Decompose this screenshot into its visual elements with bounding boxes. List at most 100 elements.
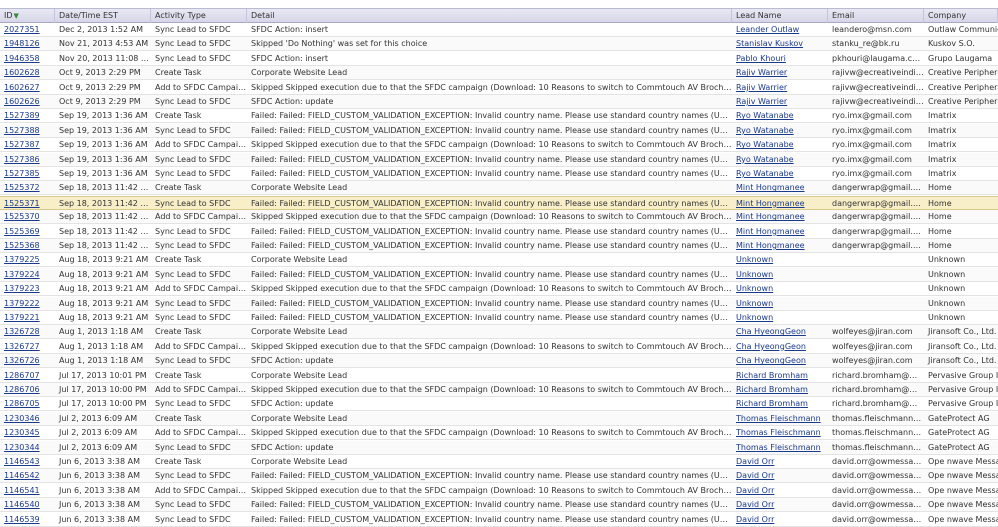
activity-id-link[interactable]: 1286705 [4, 399, 40, 408]
lead-name-link[interactable]: David Orr [736, 471, 774, 480]
table-row[interactable]: 1230345 Jul 2, 2013 6:09 AM Add to SFDC Ca… [0, 426, 998, 441]
activity-id-link[interactable]: 1527386 [4, 155, 40, 164]
table-row[interactable]: 1379224 Aug 18, 2013 9:21 AM Sync Lead to … [0, 267, 998, 282]
lead-name-link[interactable]: Ryo Watanabe [736, 126, 794, 135]
column-header-id[interactable]: ID▼ [0, 9, 55, 23]
activity-id-link[interactable]: 1230345 [4, 428, 40, 437]
column-header-activity-type[interactable]: Activity Type [151, 9, 247, 23]
activity-id-link[interactable]: 1326728 [4, 327, 40, 336]
lead-name-link[interactable]: Unknown [736, 313, 773, 322]
lead-name-link[interactable]: Unknown [736, 284, 773, 293]
lead-name-link[interactable]: David Orr [736, 515, 774, 524]
table-row[interactable]: 1525368 Sep 18, 2013 11:42 AM Sync Lead to… [0, 239, 998, 253]
table-row[interactable]: 1527388 Sep 19, 2013 1:36 AM Sync Lead to … [0, 123, 998, 138]
lead-name-link[interactable]: Unknown [736, 270, 773, 279]
lead-name-link[interactable]: Ryo Watanabe [736, 111, 794, 120]
activity-id-link[interactable]: 1527387 [4, 140, 40, 149]
lead-name-link[interactable]: Pablo Khouri [736, 54, 786, 63]
table-row[interactable]: 1146541 Jun 6, 2013 3:38 AM Add to SFDC Ca… [0, 484, 998, 498]
table-row[interactable]: 1326728 Aug 1, 2013 1:18 AM Create Task Cor… [0, 325, 998, 340]
activity-id-link[interactable]: 1602627 [4, 83, 40, 92]
table-row[interactable]: 1146540 Jun 6, 2013 3:38 AM Sync Lead to S… [0, 498, 998, 513]
lead-name-link[interactable]: Rajiv Warrier [736, 68, 787, 77]
lead-name-link[interactable]: David Orr [736, 486, 774, 495]
activity-id-link[interactable]: 1286707 [4, 371, 40, 380]
table-row[interactable]: 1948126 Nov 21, 2013 4:53 AM Sync Lead to … [0, 37, 998, 52]
column-header-lead-name[interactable]: Lead Name [732, 9, 828, 23]
lead-name-link[interactable]: Ryo Watanabe [736, 140, 794, 149]
activity-id-link[interactable]: 1602628 [4, 68, 40, 77]
lead-name-link[interactable]: Thomas Fleischmann [736, 428, 821, 437]
activity-id-link[interactable]: 1602626 [4, 97, 40, 106]
table-row[interactable]: 1525372 Sep 18, 2013 11:42 AM Create Task C… [0, 181, 998, 196]
activity-id-link[interactable]: 1948126 [4, 39, 40, 48]
activity-id-link[interactable]: 1146542 [4, 471, 40, 480]
table-row[interactable]: 1527389 Sep 19, 2013 1:36 AM Create Task Fa… [0, 109, 998, 124]
activity-id-link[interactable]: 1527388 [4, 126, 40, 135]
activity-id-link[interactable]: 1946358 [4, 54, 40, 63]
lead-name-link[interactable]: Mint Hongmanee [736, 227, 805, 236]
activity-id-link[interactable]: 1527389 [4, 111, 40, 120]
lead-name-link[interactable]: Leander Outlaw [736, 25, 799, 34]
lead-name-link[interactable]: Ryo Watanabe [736, 155, 794, 164]
column-header-datetime[interactable]: Date/Time EST [55, 9, 151, 23]
activity-id-link[interactable]: 1379225 [4, 255, 40, 264]
table-row[interactable]: 1527387 Sep 19, 2013 1:36 AM Add to SFDC C… [0, 138, 998, 153]
table-row[interactable]: 1527385 Sep 19, 2013 1:36 AM Sync Lead to … [0, 167, 998, 181]
table-row[interactable]: 1286706 Jul 17, 2013 10:00 PM Add to SFDC … [0, 383, 998, 397]
lead-name-link[interactable]: David Orr [736, 457, 774, 466]
lead-name-link[interactable]: Stanislav Kuskov [736, 39, 803, 48]
activity-id-link[interactable]: 1326726 [4, 356, 40, 365]
activity-id-link[interactable]: 1146541 [4, 486, 40, 495]
activity-id-link[interactable]: 1146540 [4, 500, 40, 509]
lead-name-link[interactable]: David Orr [736, 500, 774, 509]
lead-name-link[interactable]: Cha HyeongGeon [736, 356, 806, 365]
table-row[interactable]: 1379222 Aug 18, 2013 9:21 AM Sync Lead to … [0, 296, 998, 311]
column-header-detail[interactable]: Detail [247, 9, 732, 23]
lead-name-link[interactable]: Thomas Fleischmann [736, 443, 821, 452]
activity-id-link[interactable]: 1525370 [4, 212, 40, 221]
activity-id-link[interactable]: 1525371 [4, 199, 40, 208]
lead-name-link[interactable]: Cha HyeongGeon [736, 342, 806, 351]
lead-name-link[interactable]: Cha HyeongGeon [736, 327, 806, 336]
table-row[interactable]: 1379223 Aug 18, 2013 9:21 AM Add to SFDC C… [0, 282, 998, 297]
table-row[interactable]: 1379221 Aug 18, 2013 9:21 AM Sync Lead to … [0, 311, 998, 325]
activity-id-link[interactable]: 1527385 [4, 169, 40, 178]
activity-id-link[interactable]: 1525372 [4, 183, 40, 192]
activity-id-link[interactable]: 1286706 [4, 385, 40, 394]
activity-id-link[interactable]: 1146543 [4, 457, 40, 466]
activity-id-link[interactable]: 2027351 [4, 25, 40, 34]
table-row[interactable]: 1326726 Aug 1, 2013 1:18 AM Sync Lead to S… [0, 354, 998, 369]
column-header-email[interactable]: Email [828, 9, 924, 23]
activity-id-link[interactable]: 1379222 [4, 299, 40, 308]
activity-id-link[interactable]: 1379221 [4, 313, 40, 322]
table-row[interactable]: 1146539 Jun 6, 2013 3:38 AM Sync Lead to S… [0, 513, 998, 527]
lead-name-link[interactable]: Rajiv Warrier [736, 83, 787, 92]
table-row[interactable]: 2027351 Dec 2, 2013 1:52 AM Sync Lead to S… [0, 23, 998, 37]
table-row[interactable]: 1230346 Jul 2, 2013 6:09 AM Create Task Cor… [0, 411, 998, 426]
activity-id-link[interactable]: 1230346 [4, 414, 40, 423]
table-row[interactable]: 1230344 Jul 2, 2013 6:09 AM Sync Lead to S… [0, 440, 998, 455]
table-row[interactable]: 1286707 Jul 17, 2013 10:01 PM Create Task C… [0, 369, 998, 383]
table-row[interactable]: 1602627 Oct 9, 2013 2:29 PM Add to SFDC Ca… [0, 81, 998, 95]
activity-id-link[interactable]: 1379223 [4, 284, 40, 293]
table-row[interactable]: 1525370 Sep 18, 2013 11:42 AM Add to SFDC … [0, 210, 998, 225]
lead-name-link[interactable]: Richard Bromham [736, 371, 808, 380]
lead-name-link[interactable]: Richard Bromham [736, 385, 808, 394]
table-row[interactable]: 1602626 Oct 9, 2013 2:29 PM Sync Lead to S… [0, 95, 998, 109]
lead-name-link[interactable]: Ryo Watanabe [736, 169, 794, 178]
table-row[interactable]: 1525369 Sep 18, 2013 11:42 AM Sync Lead to… [0, 225, 998, 239]
activity-id-link[interactable]: 1525369 [4, 227, 40, 236]
lead-name-link[interactable]: Unknown [736, 255, 773, 264]
activity-id-link[interactable]: 1230344 [4, 443, 40, 452]
table-row[interactable]: 1326727 Aug 1, 2013 1:18 AM Add to SFDC Ca… [0, 340, 998, 354]
lead-name-link[interactable]: Mint Hongmanee [736, 241, 805, 250]
lead-name-link[interactable]: Mint Hongmanee [736, 199, 805, 208]
column-header-company[interactable]: Company [924, 9, 998, 23]
activity-id-link[interactable]: 1379224 [4, 270, 40, 279]
table-row[interactable]: 1946358 Nov 20, 2013 11:08 PM Sync Lead to… [0, 52, 998, 66]
lead-name-link[interactable]: Thomas Fleischmann [736, 414, 821, 423]
lead-name-link[interactable]: Rajiv Warrier [736, 97, 787, 106]
table-row[interactable]: 1379225 Aug 18, 2013 9:21 AM Create Task Co… [0, 253, 998, 268]
lead-name-link[interactable]: Unknown [736, 299, 773, 308]
